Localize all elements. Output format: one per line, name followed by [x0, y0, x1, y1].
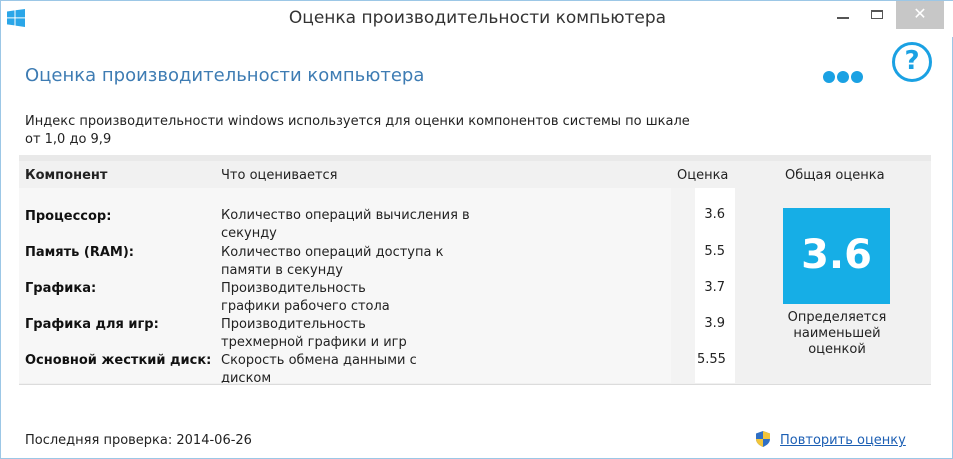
row-desc-graphics: Производительность графики рабочего стол…: [221, 281, 390, 314]
score-column-bg: [671, 188, 695, 383]
more-options-button[interactable]: [823, 68, 869, 84]
repeat-assessment-link[interactable]: Повторить оценку: [780, 433, 906, 448]
window-title: Оценка производительности компьютера: [288, 8, 667, 28]
row-desc-primary-disk: Скорость обмена данными с диском: [221, 353, 417, 383]
column-header-overall: Общая оценка: [785, 168, 885, 183]
app-window: Оценка производительности компьютера ✕ О…: [0, 0, 953, 459]
uac-shield-icon: [756, 431, 770, 447]
row-score-processor: 3.6: [704, 207, 725, 222]
maximize-icon: [871, 10, 883, 19]
divider: [19, 384, 931, 385]
column-header-what: Что оценивается: [221, 168, 338, 183]
dot-icon: [823, 71, 835, 83]
row-name-memory: Память (RAM):: [25, 245, 134, 260]
overall-score-tile: 3.6: [783, 208, 890, 304]
dot-icon: [851, 71, 863, 83]
page-title: Оценка производительности компьютера: [25, 65, 425, 86]
row-desc-processor: Количество операций вычисления в секунду: [221, 208, 470, 241]
title-bar[interactable]: Оценка производительности компьютера ✕: [1, 1, 953, 37]
row-score-graphics: 3.7: [704, 280, 725, 295]
dot-icon: [837, 71, 849, 83]
description-text: Индекс производительности windows исполь…: [25, 114, 690, 147]
row-score-gaming-graphics: 3.9: [704, 316, 725, 331]
overall-score-value: 3.6: [801, 232, 872, 278]
minimize-icon: [837, 17, 849, 19]
row-desc-memory: Количество операций доступа к памяти в с…: [221, 245, 444, 278]
help-button[interactable]: ?: [892, 42, 932, 82]
close-icon: ✕: [913, 4, 927, 23]
last-check-text: Последняя проверка: 2014-06-26: [25, 433, 252, 448]
close-button[interactable]: ✕: [896, 1, 944, 29]
row-desc-gaming-graphics: Производительность трехмерной графики и …: [221, 317, 407, 350]
row-name-graphics: Графика:: [25, 281, 97, 296]
row-name-processor: Процессор:: [25, 209, 112, 224]
column-header-score: Оценка: [677, 168, 729, 183]
column-header-component: Компонент: [25, 168, 108, 183]
row-name-primary-disk: Основной жесткий диск:: [25, 353, 212, 368]
row-name-gaming-graphics: Графика для игр:: [25, 317, 159, 332]
row-score-primary-disk: 5.55: [697, 352, 726, 367]
minimize-button[interactable]: [826, 1, 860, 29]
maximize-button[interactable]: [861, 1, 895, 29]
overall-score-note: Определяется наименьшей оценкой: [787, 310, 887, 357]
row-score-memory: 5.5: [704, 244, 725, 259]
